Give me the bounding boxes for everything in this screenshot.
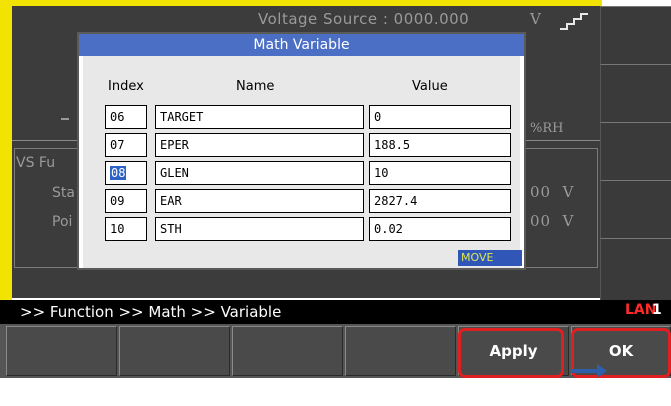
softkey-1[interactable] bbox=[6, 326, 117, 376]
value-cell[interactable]: 0.02 bbox=[369, 217, 511, 241]
row2-value: 00 V bbox=[530, 212, 575, 230]
dialog-title: Math Variable bbox=[79, 34, 524, 56]
softkey-3[interactable] bbox=[232, 326, 343, 376]
instrument-frame: Voltage Source : 0000.000 V %RH VS Fu St… bbox=[0, 0, 671, 378]
value-cell[interactable]: 2827.4 bbox=[369, 189, 511, 213]
column-header-name: Name bbox=[236, 79, 275, 94]
row2-unit: V bbox=[562, 212, 575, 230]
apply-highlight bbox=[458, 328, 564, 378]
name-cell[interactable]: GLEN bbox=[155, 161, 364, 185]
staircase-waveform-icon bbox=[560, 13, 588, 30]
side-softkey-5[interactable] bbox=[600, 238, 671, 300]
softkey-4[interactable] bbox=[345, 326, 456, 376]
column-header-index: Index bbox=[108, 79, 144, 94]
name-cell[interactable]: TARGET bbox=[155, 105, 364, 129]
background-dash bbox=[61, 118, 69, 120]
name-cell[interactable]: EAR bbox=[155, 189, 364, 213]
name-cell[interactable]: STH bbox=[155, 217, 364, 241]
value-cell[interactable]: 188.5 bbox=[369, 133, 511, 157]
row1-label: Sta bbox=[52, 185, 75, 201]
index-cell-selected[interactable]: 08 bbox=[105, 161, 147, 185]
bezel-left bbox=[0, 0, 12, 300]
row2-label: Poi bbox=[52, 214, 73, 230]
panel-title: VS Fu bbox=[16, 155, 56, 171]
value-cell[interactable]: 10 bbox=[369, 161, 511, 185]
value-cell[interactable]: 0 bbox=[369, 105, 511, 129]
index-cell[interactable]: 10 bbox=[105, 217, 147, 241]
move-indicator: MOVE bbox=[458, 250, 522, 266]
humidity-unit: %RH bbox=[530, 121, 564, 136]
index-cell[interactable]: 06 bbox=[105, 105, 147, 129]
voltage-source-label: Voltage Source : 0000.000 bbox=[258, 10, 470, 28]
side-softkey-4[interactable] bbox=[600, 180, 671, 238]
selection-highlight: 08 bbox=[110, 166, 127, 180]
right-arrow-icon bbox=[571, 364, 607, 378]
channel-number: 1 bbox=[652, 302, 662, 318]
column-header-value: Value bbox=[412, 79, 448, 94]
side-softkey-3[interactable] bbox=[600, 122, 671, 180]
row1-value: 00 V bbox=[530, 183, 575, 201]
side-softkey-1[interactable] bbox=[600, 6, 671, 64]
softkey-2[interactable] bbox=[119, 326, 230, 376]
voltage-unit: V bbox=[530, 10, 541, 28]
side-softkey-2[interactable] bbox=[600, 64, 671, 122]
index-cell[interactable]: 07 bbox=[105, 133, 147, 157]
breadcrumb: >> Function >> Math >> Variable bbox=[20, 303, 282, 321]
name-cell[interactable]: EPER bbox=[155, 133, 364, 157]
row1-unit: V bbox=[562, 183, 575, 201]
voltage-source-value: 0000.000 bbox=[393, 10, 470, 28]
index-cell[interactable]: 09 bbox=[105, 189, 147, 213]
